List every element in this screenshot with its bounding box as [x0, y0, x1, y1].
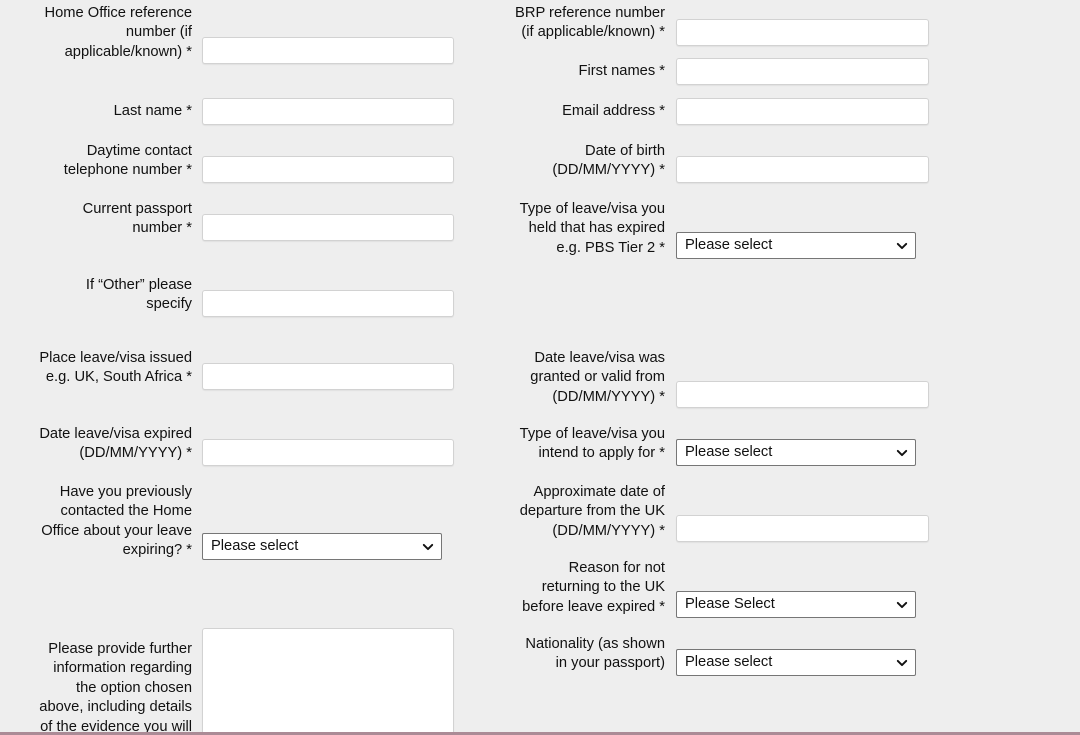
type-of-leave-intend-value: Please select [685, 444, 773, 460]
chevron-down-icon [896, 659, 908, 666]
label-reason-not-returning: Reason for not returning to the UK befor… [522, 560, 665, 615]
chevron-down-icon [422, 543, 434, 550]
place-leave-issued-input[interactable] [202, 363, 454, 390]
date-leave-granted-input[interactable] [676, 381, 929, 408]
label-first-names: First names * [578, 63, 665, 79]
approx-departure-date-input[interactable] [676, 515, 929, 542]
other-please-specify-input[interactable] [202, 290, 454, 317]
label-last-name: Last name * [113, 103, 192, 119]
label-current-passport-number: Current passport number * [82, 201, 192, 237]
label-email-address: Email address * [562, 103, 665, 119]
label-nationality: Nationality (as shown in your passport) [525, 636, 665, 672]
form-page: Home Office reference number (if applica… [0, 0, 1080, 735]
label-type-of-leave-intend: Type of leave/visa you intend to apply f… [519, 426, 665, 462]
chevron-down-icon [896, 242, 908, 249]
previously-contacted-home-office-value: Please select [211, 538, 299, 554]
type-of-leave-expired-value: Please select [685, 237, 773, 253]
type-of-leave-expired-select[interactable]: Please select [676, 232, 916, 259]
chevron-down-icon [896, 449, 908, 456]
label-home-office-reference: Home Office reference number (if applica… [44, 5, 192, 60]
first-names-input[interactable] [676, 58, 929, 85]
nationality-select[interactable]: Please select [676, 649, 916, 676]
label-date-leave-expired: Date leave/visa expired (DD/MM/YYYY) * [39, 426, 192, 462]
brp-reference-input[interactable] [676, 19, 929, 46]
label-approx-departure-date: Approximate date of departure from the U… [519, 484, 665, 539]
last-name-input[interactable] [202, 98, 454, 125]
label-place-leave-issued: Place leave/visa issued e.g. UK, South A… [39, 350, 192, 386]
label-daytime-telephone: Daytime contact telephone number * [63, 143, 192, 179]
reason-not-returning-select[interactable]: Please Select [676, 591, 916, 618]
current-passport-number-input[interactable] [202, 214, 454, 241]
label-previously-contacted-home-office: Have you previously contacted the Home O… [41, 484, 192, 559]
type-of-leave-intend-select[interactable]: Please select [676, 439, 916, 466]
previously-contacted-home-office-select[interactable]: Please select [202, 533, 442, 560]
label-type-of-leave-expired: Type of leave/visa you held that has exp… [519, 201, 665, 256]
label-date-of-birth: Date of birth (DD/MM/YYYY) * [552, 143, 665, 179]
label-date-leave-granted: Date leave/visa was granted or valid fro… [530, 350, 665, 405]
email-address-input[interactable] [676, 98, 929, 125]
label-other-please-specify: If “Other” please specify [85, 277, 192, 313]
date-leave-expired-input[interactable] [202, 439, 454, 466]
label-brp-reference: BRP reference number (if applicable/know… [515, 5, 665, 41]
label-further-information: Please provide further information regar… [39, 641, 192, 735]
chevron-down-icon [896, 601, 908, 608]
home-office-reference-input[interactable] [202, 37, 454, 64]
daytime-telephone-input[interactable] [202, 156, 454, 183]
date-of-birth-input[interactable] [676, 156, 929, 183]
nationality-value: Please select [685, 654, 773, 670]
further-information-textarea[interactable] [202, 628, 454, 735]
reason-not-returning-value: Please Select [685, 596, 775, 612]
